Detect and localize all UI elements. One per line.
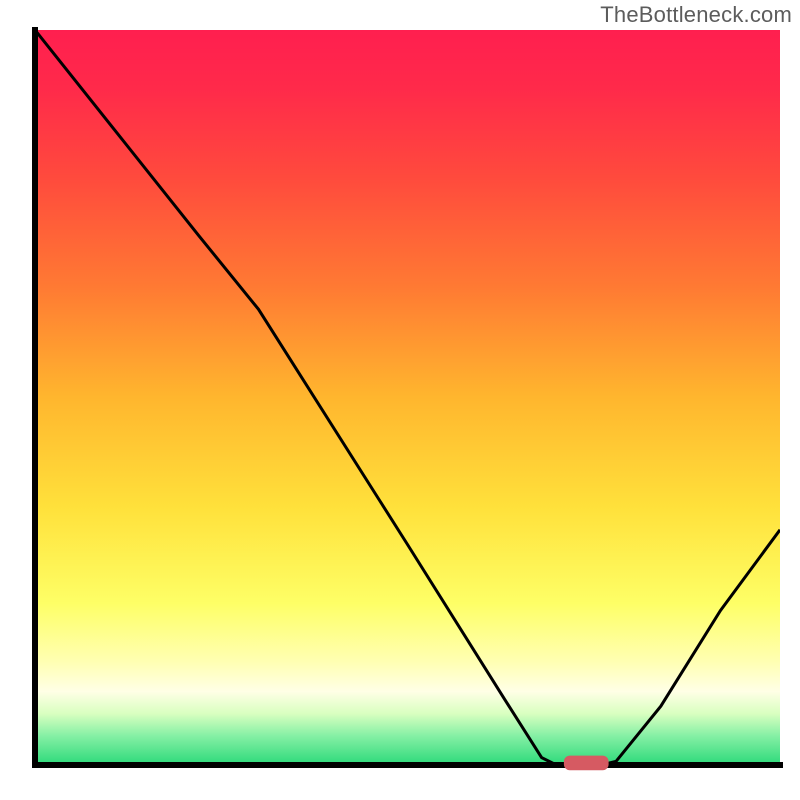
bottleneck-chart [0, 0, 800, 800]
chart-container: TheBottleneck.com [0, 0, 800, 800]
plot-background [35, 30, 780, 765]
optimal-marker [564, 756, 609, 771]
watermark-text: TheBottleneck.com [600, 2, 792, 28]
